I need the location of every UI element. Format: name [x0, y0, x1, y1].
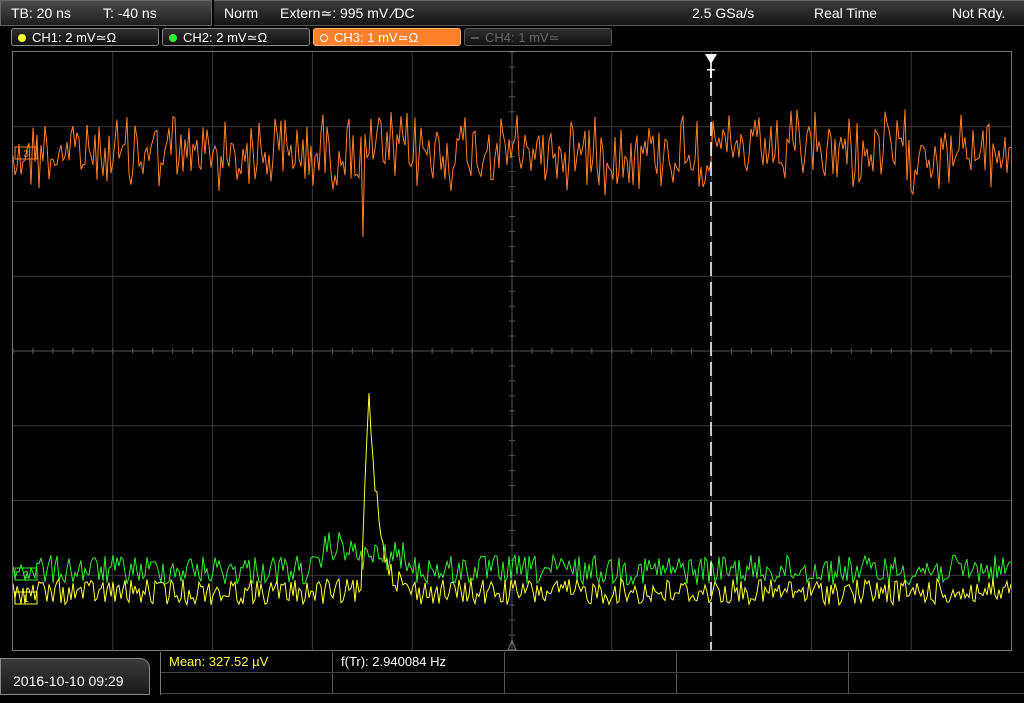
channel-1-dot [18, 34, 26, 42]
measurement-slot-9[interactable] [677, 673, 849, 693]
trigger-offset-label: T: -40 ns [103, 5, 157, 21]
sample-rate: 2.5 GSa/s [692, 5, 755, 21]
trigger-source[interactable]: Extern≃: 995 mV ∕DC [280, 1, 415, 25]
channel-3-label: CH3: 1 mV≃Ω [334, 30, 419, 45]
channel-2-dot [169, 34, 177, 42]
top-bar: TB: 20 ns T: -40 ns Norm Extern≃: 995 mV… [0, 0, 1024, 26]
timebase-box[interactable]: TB: 20 ns T: -40 ns [0, 0, 212, 26]
trigger-marker-label: T [707, 66, 715, 81]
channel-4-button[interactable]: CH4: 1 mV≃ [464, 28, 612, 46]
channel-3-button[interactable]: CH3: 1 mV≃Ω [313, 28, 461, 46]
channel-2-label: CH2: 2 mV≃Ω [183, 30, 268, 45]
channel-4-dot [471, 37, 479, 39]
waveform-svg: T 3 2 1 [13, 52, 1011, 650]
channel-1-marker-text: 1 [23, 594, 29, 605]
measurement-slot-10[interactable] [849, 673, 1024, 693]
channel-3-marker-text: 3 [23, 149, 29, 160]
trigger-state: Not Rdy. [952, 5, 1006, 21]
acquisition-mode: Real Time [814, 5, 878, 21]
channel-3-dot [320, 34, 328, 42]
waveform-display[interactable]: T 3 2 1 [12, 51, 1012, 651]
trigger-marker-icon [705, 54, 717, 64]
measurement-panel: Mean: 327.52 µV f(Tr): 2.940084 Hz [160, 652, 1024, 695]
measurement-slot-4[interactable] [677, 652, 849, 672]
timebase-label: TB: 20 ns [11, 5, 71, 21]
measurement-slot-5[interactable] [849, 652, 1024, 672]
measurement-slot-3[interactable] [505, 652, 677, 672]
measurement-slot-8[interactable] [505, 673, 677, 693]
channel-1-label: CH1: 2 mV≃Ω [32, 30, 117, 45]
measurement-slot-6[interactable] [161, 673, 333, 693]
datetime: 2016-10-10 09:29 [13, 673, 124, 689]
channel-4-label: CH4: 1 mV≃ [485, 30, 560, 45]
measurement-slot-7[interactable] [333, 673, 505, 693]
measurement-frequency[interactable]: f(Tr): 2.940084 Hz [333, 652, 505, 672]
trigger-mode[interactable]: Norm [224, 1, 258, 25]
datetime-box: 2016-10-10 09:29 [0, 658, 150, 695]
channel-1-button[interactable]: CH1: 2 mV≃Ω [11, 28, 159, 46]
channel-2-marker-text: 2 [23, 570, 29, 581]
bottom-bar: 2016-10-10 09:29 Mean: 327.52 µV f(Tr): … [0, 652, 1024, 695]
channel-2-button[interactable]: CH2: 2 mV≃Ω [162, 28, 310, 46]
status-bar: Norm Extern≃: 995 mV ∕DC 2.5 GSa/s Real … [214, 0, 1024, 26]
measurement-mean[interactable]: Mean: 327.52 µV [161, 652, 333, 672]
channel-row: CH1: 2 mV≃Ω CH2: 2 mV≃Ω CH3: 1 mV≃Ω CH4:… [0, 26, 1024, 48]
